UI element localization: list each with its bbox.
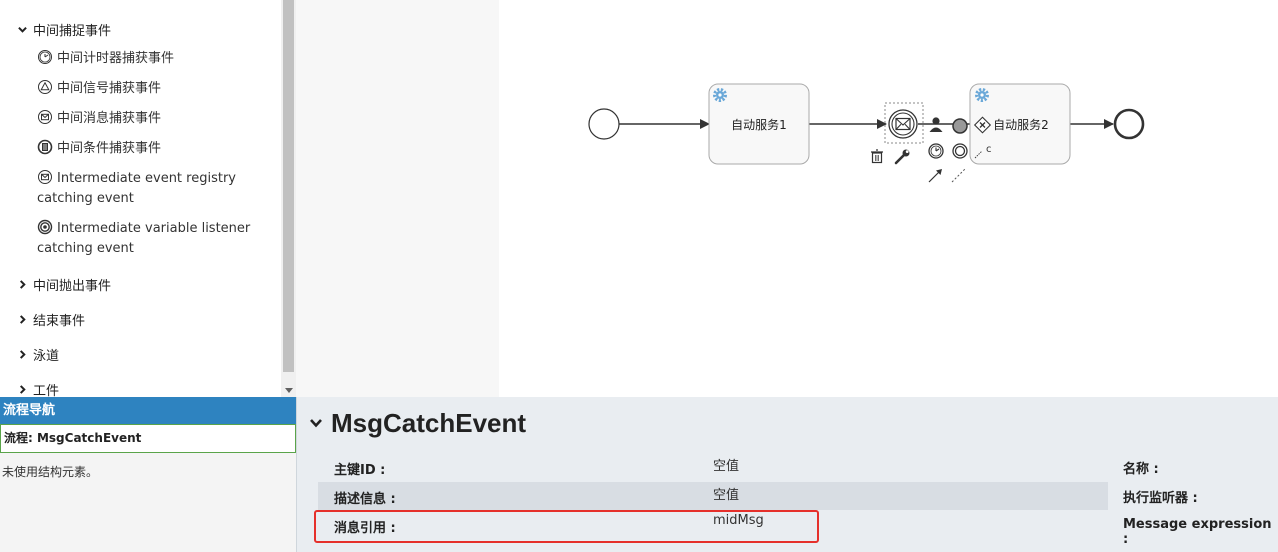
palette-item-label: 中间计时器捕获事件 xyxy=(57,51,175,66)
palette-group-label: 工件 xyxy=(33,383,60,398)
palette-item-label: Intermediate event registry catching eve… xyxy=(37,171,236,206)
association-icon[interactable] xyxy=(951,167,967,183)
palette-item-event-registry-catch[interactable]: Intermediate event registry catching eve… xyxy=(37,169,272,209)
prop-value[interactable]: 空值 xyxy=(713,484,739,503)
prop-label: 描述信息 : xyxy=(334,492,396,507)
scrollbar-thumb[interactable] xyxy=(283,0,294,372)
timer-icon xyxy=(38,50,52,64)
palette-item-timer-catch[interactable]: 中间计时器捕获事件 xyxy=(37,49,272,69)
chevron-down-icon xyxy=(310,419,322,428)
prop-row-description[interactable]: 描述信息 : 空值 xyxy=(318,482,1108,510)
palette-group-label: 中间抛出事件 xyxy=(33,278,112,294)
message-icon xyxy=(38,170,52,184)
prop-label-execution-listeners: 执行监听器 : xyxy=(1123,491,1198,506)
arrow-connect-icon[interactable] xyxy=(928,169,942,183)
service-task-1[interactable]: 自动服务1 xyxy=(708,83,810,165)
chevron-right-icon xyxy=(19,384,26,394)
palette-group-label: 中间捕捉事件 xyxy=(33,23,112,39)
timer-event-icon[interactable] xyxy=(928,143,944,159)
start-event[interactable] xyxy=(588,108,620,140)
pad-fragment: c xyxy=(986,144,992,155)
chevron-right-icon xyxy=(19,349,26,359)
variable-listener-icon xyxy=(37,219,53,235)
prop-row-id[interactable]: 主键ID : 空值 xyxy=(318,453,1108,481)
palette-scrollbar[interactable] xyxy=(281,0,296,397)
task-label: 自动服务2 xyxy=(993,117,1049,132)
chevron-right-icon xyxy=(19,314,26,324)
chevron-right-icon xyxy=(19,279,26,289)
palette-group-label: 结束事件 xyxy=(33,313,86,329)
palette-item-label: Intermediate variable listener catching … xyxy=(37,221,251,256)
condition-icon xyxy=(37,139,53,155)
palette-item-condition-catch[interactable]: 中间条件捕获事件 xyxy=(37,139,272,159)
nav-panel-title: 流程导航 xyxy=(0,397,296,424)
palette-item-label: 中间消息捕获事件 xyxy=(57,111,162,126)
delete-icon[interactable] xyxy=(871,149,883,164)
nav-empty-text: 未使用结构元素。 xyxy=(2,465,99,479)
palette-item-label: 中间信号捕获事件 xyxy=(57,81,162,96)
annotation-highlight-box xyxy=(314,510,819,543)
properties-title[interactable]: MsgCatchEvent xyxy=(309,406,526,440)
palette-group-intermediate-throw[interactable]: 中间抛出事件 xyxy=(18,274,111,294)
signal-icon xyxy=(38,80,52,94)
palette-group-artifacts[interactable]: 工件 xyxy=(18,379,59,397)
palette-group-end-events[interactable]: 结束事件 xyxy=(18,309,85,329)
intermediate-event-icon[interactable] xyxy=(952,143,968,159)
message-catch-event[interactable] xyxy=(884,102,924,144)
palette-group-swimlanes[interactable]: 泳道 xyxy=(18,344,59,364)
prop-label: 主键ID : xyxy=(334,463,386,478)
end-event-icon[interactable] xyxy=(952,118,968,134)
palette-item-label: 中间条件捕获事件 xyxy=(57,141,162,156)
wrench-icon[interactable] xyxy=(894,149,910,165)
palette-item-variable-listener-catch[interactable]: Intermediate variable listener catching … xyxy=(37,219,272,259)
palette-group-intermediate-catch[interactable]: 中间捕捉事件 xyxy=(18,19,111,39)
prop-label-message-expression: Message expression : xyxy=(1123,517,1272,547)
task-label: 自动服务1 xyxy=(731,117,787,132)
palette-group-label: 泳道 xyxy=(33,348,60,364)
chevron-down-icon xyxy=(18,26,27,33)
element-palette: 中间捕捉事件 中间计时器捕获事件 中间信号捕获事件 中间消息捕获事件 中间条件捕… xyxy=(0,0,281,397)
message-icon xyxy=(38,110,52,124)
prop-label-name: 名称 : xyxy=(1123,462,1159,477)
diagram-canvas[interactable]: 自动服务1 自动服务2 c xyxy=(499,0,1278,397)
canvas-margin xyxy=(296,0,499,397)
prop-value[interactable]: 空值 xyxy=(713,455,739,474)
element-title: MsgCatchEvent xyxy=(331,407,527,438)
end-event[interactable] xyxy=(1113,108,1145,140)
scroll-down-arrow-icon[interactable] xyxy=(285,388,293,393)
palette-item-message-catch[interactable]: 中间消息捕获事件 xyxy=(37,109,272,129)
properties-panel: MsgCatchEvent 主键ID : 空值 描述信息 : 空值 消息引用 :… xyxy=(296,397,1278,552)
palette-item-signal-catch[interactable]: 中间信号捕获事件 xyxy=(37,79,272,99)
nav-flow-item[interactable]: 流程: MsgCatchEvent xyxy=(0,424,296,453)
